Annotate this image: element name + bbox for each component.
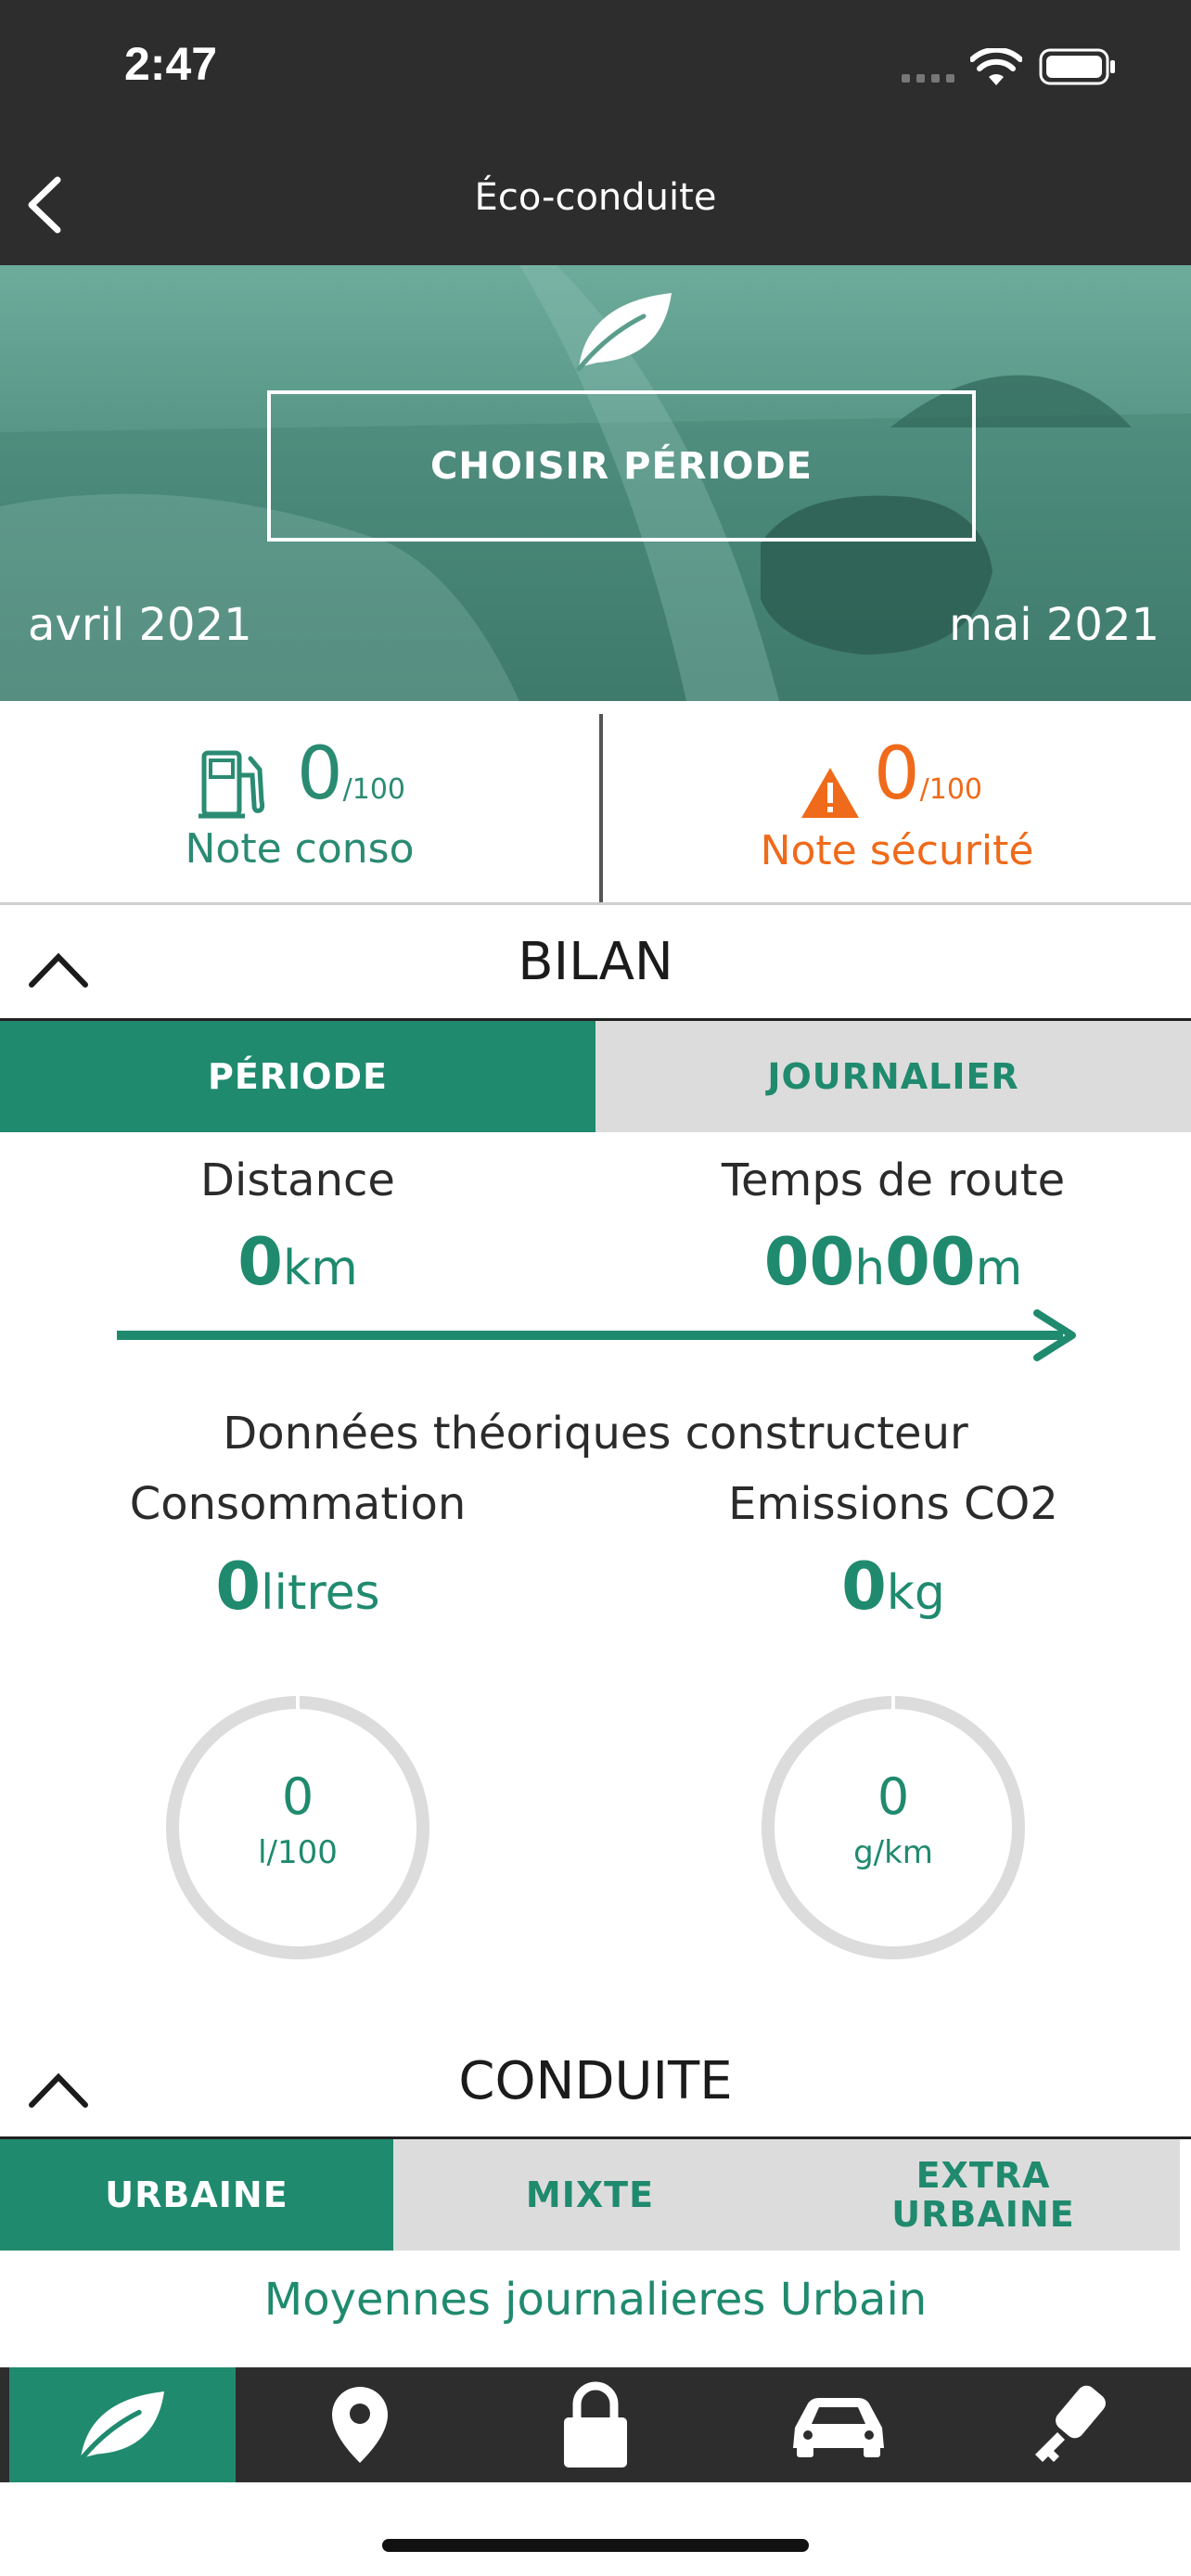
- bilan-title: BILAN: [518, 932, 673, 992]
- top-bar: 2:47 Éco-conduite: [0, 0, 1191, 265]
- tab-urbaine[interactable]: URBAINE: [0, 2139, 393, 2251]
- gauge-co2: 0 g/km: [759, 1693, 1028, 1962]
- conso-score-value: 0: [297, 733, 343, 816]
- tab-extra-urbaine[interactable]: EXTRA URBAINE: [787, 2139, 1180, 2251]
- start-date: avril 2021: [28, 599, 252, 651]
- safety-score-label: Note sécurité: [760, 827, 1034, 874]
- distance-value: 0km: [237, 1224, 358, 1300]
- tab-eco-driving[interactable]: [9, 2367, 236, 2482]
- warning-icon: [801, 768, 859, 818]
- divider: [0, 902, 1191, 905]
- consumption-value: 0litres: [215, 1549, 380, 1625]
- bilan-tabs: PÉRIODE JOURNALIER: [0, 1021, 1191, 1132]
- tab-journalier[interactable]: JOURNALIER: [596, 1021, 1191, 1132]
- emissions-value: 0kg: [841, 1549, 945, 1625]
- location-pin-icon: [332, 2387, 388, 2463]
- home-indicator: [382, 2539, 809, 2552]
- choose-period-button[interactable]: CHOISIR PÉRIODE: [267, 390, 976, 542]
- cellular-signal-icon: [902, 74, 954, 83]
- car-key-icon: [1035, 2385, 1106, 2462]
- drive-time-label: Temps de route: [721, 1154, 1066, 1206]
- score-conso: 0/100 Note conso: [0, 714, 599, 904]
- conduite-tabs: URBAINE MIXTE EXTRA URBAINE: [0, 2139, 1180, 2251]
- gauge-co2-unit: g/km: [853, 1834, 933, 1871]
- safety-score-max: /100: [919, 773, 983, 806]
- bottom-tab-bar: [0, 2367, 1191, 2482]
- gauge-co2-value: 0: [877, 1767, 910, 1826]
- tab-car[interactable]: [725, 2367, 952, 2482]
- drive-time-value: 00h00m: [763, 1224, 1023, 1300]
- conduite-subtitle: Moyennes journalieres Urbain: [263, 2274, 928, 2326]
- car-icon: [793, 2398, 884, 2457]
- tab-periode[interactable]: PÉRIODE: [0, 1021, 596, 1132]
- page-title: Éco-conduite: [474, 176, 717, 219]
- gauge-ring: [166, 1695, 429, 1959]
- conso-score-max: /100: [342, 773, 406, 806]
- lock-icon: [564, 2381, 627, 2468]
- conso-score-label: Note conso: [185, 825, 415, 873]
- consumption-label: Consommation: [129, 1478, 467, 1530]
- tab-lock[interactable]: [482, 2367, 709, 2482]
- safety-score-value: 0: [874, 733, 920, 816]
- gauge-conso-unit: l/100: [258, 1834, 338, 1871]
- status-time: 2:47: [124, 38, 218, 90]
- fuel-pump-icon: [198, 750, 265, 819]
- tab-car-key[interactable]: [955, 2367, 1182, 2482]
- battery-icon: [1039, 48, 1115, 85]
- tab-location[interactable]: [247, 2367, 473, 2482]
- end-date: mai 2021: [949, 599, 1159, 651]
- gauge-ring: [762, 1695, 1025, 1959]
- leaf-icon: [78, 2391, 164, 2463]
- score-safety: 0/100 Note sécurité: [603, 714, 1191, 904]
- arrow-right-icon: [117, 1309, 1076, 1361]
- wifi-icon: [970, 48, 1022, 85]
- gauge-conso-value: 0: [281, 1767, 314, 1826]
- conduite-title: CONDUITE: [458, 2051, 733, 2111]
- manufacturer-note: Données théoriques constructeur: [223, 1408, 968, 1460]
- emissions-label: Emissions CO2: [728, 1478, 1058, 1530]
- gauge-conso: 0 l/100: [163, 1693, 432, 1962]
- hero-banner: CHOISIR PÉRIODE avril 2021 mai 2021: [0, 265, 1191, 701]
- distance-label: Distance: [200, 1154, 395, 1206]
- leaf-icon: [576, 293, 672, 372]
- tab-mixte[interactable]: MIXTE: [393, 2139, 787, 2251]
